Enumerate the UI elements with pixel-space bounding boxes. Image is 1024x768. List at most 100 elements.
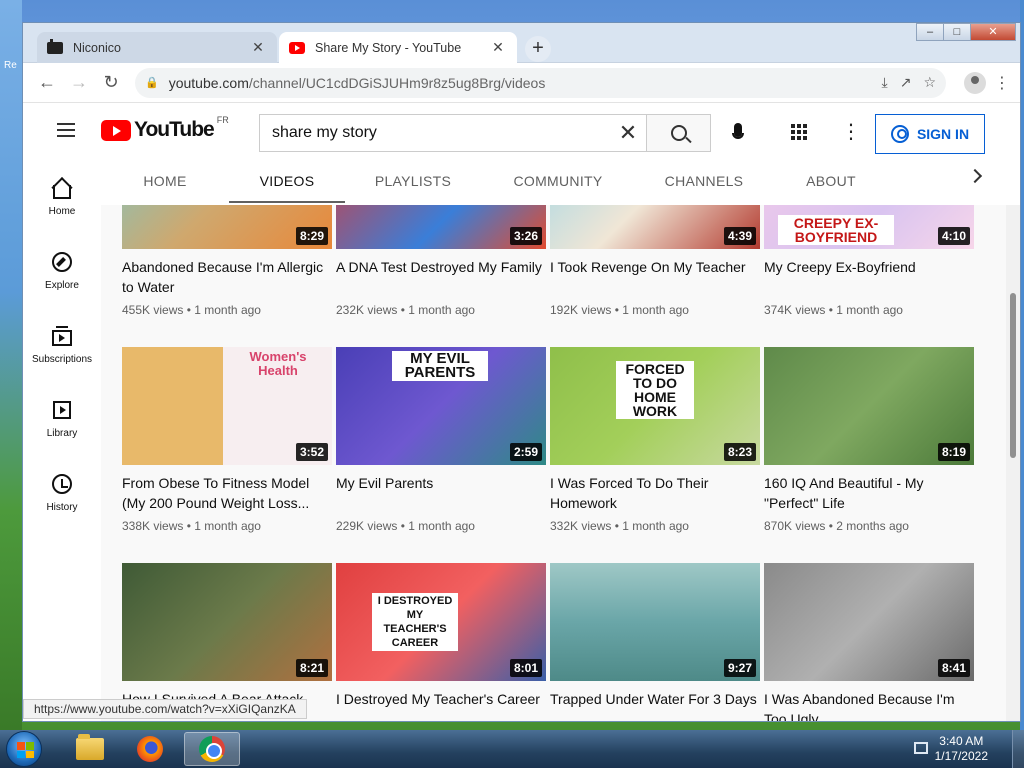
- search-button[interactable]: [646, 115, 710, 151]
- video-title[interactable]: Abandoned Because I'm Allergic to Water: [122, 257, 332, 297]
- duration-badge: 8:01: [509, 659, 542, 677]
- video-card[interactable]: 8:41 I Was Abandoned Because I'm Too Ugl…: [764, 563, 974, 721]
- video-title[interactable]: My Evil Parents: [336, 473, 546, 513]
- video-title[interactable]: My Creepy Ex-Boyfriend: [764, 257, 974, 297]
- video-thumbnail[interactable]: 8:41: [764, 563, 974, 681]
- voice-search-mic-icon[interactable]: [729, 123, 747, 145]
- upload-age: 2 months ago: [836, 519, 909, 533]
- scrollbar-thumb[interactable]: [1010, 293, 1016, 458]
- chevron-right-icon[interactable]: [967, 168, 983, 184]
- video-thumbnail[interactable]: I DESTROYED MY TEACHER'S CAREER 8:01: [336, 563, 546, 681]
- page-scrollbar[interactable]: [1006, 205, 1020, 721]
- taskbar-chrome[interactable]: [184, 732, 240, 766]
- youtube-header: YouTube FR share my story ✕ ⋮ SIGN IN: [23, 103, 1020, 159]
- guide-item-home[interactable]: Home: [23, 159, 101, 233]
- settings-more-icon[interactable]: ⋮: [841, 119, 861, 144]
- start-button[interactable]: [6, 731, 42, 767]
- firefox-icon: [137, 736, 163, 762]
- close-window-button[interactable]: ✕: [970, 23, 1016, 41]
- upload-age: 1 month ago: [194, 519, 261, 533]
- video-card[interactable]: 9:27 Trapped Under Water For 3 Days: [550, 563, 760, 721]
- toolbar: ← → ↻ 🔒 youtube.com/channel/UC1cdDGiSJUH…: [23, 63, 1020, 103]
- apps-grid-icon[interactable]: [791, 124, 807, 140]
- video-card[interactable]: CREEPY EX-BOYFRIEND 4:10 My Creepy Ex-Bo…: [764, 205, 974, 317]
- search-icon: [670, 125, 687, 141]
- tab-close-icon[interactable]: ✕: [249, 39, 267, 56]
- video-thumbnail[interactable]: 8:29: [122, 205, 332, 249]
- guide-item-explore[interactable]: Explore: [23, 233, 101, 307]
- search-box: share my story ✕: [259, 114, 711, 152]
- minimize-button[interactable]: –: [916, 23, 944, 41]
- tab-channels[interactable]: CHANNELS: [635, 159, 773, 203]
- omnibox-actions: ⤓ ↗ ☆: [882, 74, 937, 91]
- taskbar-explorer[interactable]: [62, 732, 118, 766]
- video-card[interactable]: I DESTROYED MY TEACHER'S CAREER 8:01 I D…: [336, 563, 546, 721]
- video-thumbnail[interactable]: MY EVIL PARENTS 2:59: [336, 347, 546, 465]
- video-thumbnail[interactable]: Women's Health 3:52: [122, 347, 332, 465]
- browser-tab-youtube[interactable]: Share My Story - YouTube ✕: [279, 32, 517, 63]
- guide-label: History: [46, 501, 78, 513]
- video-card[interactable]: 4:39 I Took Revenge On My Teacher 192K v…: [550, 205, 760, 317]
- guide-item-subscriptions[interactable]: Subscriptions: [23, 307, 101, 381]
- back-icon[interactable]: ←: [31, 67, 63, 99]
- tab-videos[interactable]: VIDEOS: [229, 159, 345, 203]
- clear-search-icon[interactable]: ✕: [610, 115, 646, 151]
- video-card[interactable]: FORCED TO DO HOME WORK 8:23 I Was Forced…: [550, 347, 760, 533]
- guide-item-library[interactable]: Library: [23, 381, 101, 455]
- clock-date: 1/17/2022: [934, 749, 988, 763]
- network-icon[interactable]: [914, 742, 928, 754]
- tab-playlists[interactable]: PLAYLISTS: [345, 159, 481, 203]
- hamburger-menu-icon[interactable]: [57, 123, 75, 137]
- video-title[interactable]: I Was Abandoned Because I'm Too Ugly: [764, 689, 974, 721]
- desktop-icon-label[interactable]: Re: [4, 60, 17, 71]
- video-thumbnail[interactable]: FORCED TO DO HOME WORK 8:23: [550, 347, 760, 465]
- video-title[interactable]: I Took Revenge On My Teacher: [550, 257, 760, 297]
- bookmark-star-icon[interactable]: ☆: [923, 74, 936, 91]
- video-thumbnail[interactable]: 3:26: [336, 205, 546, 249]
- video-title[interactable]: I Was Forced To Do Their Homework: [550, 473, 760, 513]
- upload-age: 1 month ago: [408, 303, 475, 317]
- tab-community[interactable]: COMMUNITY: [481, 159, 635, 203]
- url-text[interactable]: youtube.com/channel/UC1cdDGiSJUHm9r8z5ug…: [169, 75, 882, 91]
- guide-item-history[interactable]: History: [23, 455, 101, 529]
- taskbar-firefox[interactable]: [122, 732, 178, 766]
- video-thumbnail[interactable]: 9:27: [550, 563, 760, 681]
- video-title[interactable]: I Destroyed My Teacher's Career: [336, 689, 546, 721]
- sign-in-button[interactable]: SIGN IN: [875, 114, 985, 154]
- video-card[interactable]: MY EVIL PARENTS 2:59 My Evil Parents 229…: [336, 347, 546, 533]
- install-icon[interactable]: ⤓: [882, 74, 888, 91]
- video-thumbnail[interactable]: 4:39: [550, 205, 760, 249]
- show-desktop-button[interactable]: [1012, 730, 1024, 768]
- video-title[interactable]: From Obese To Fitness Model (My 200 Poun…: [122, 473, 332, 513]
- new-tab-button[interactable]: +: [525, 36, 551, 62]
- reload-icon[interactable]: ↻: [95, 67, 127, 99]
- browser-menu-icon[interactable]: ⋮: [992, 73, 1012, 93]
- share-icon[interactable]: ↗: [900, 74, 912, 91]
- view-count: 870K views: [764, 519, 826, 533]
- browser-tab-niconico[interactable]: Niconico ✕: [37, 32, 277, 63]
- video-card[interactable]: 8:19 160 IQ And Beautiful - My "Perfect"…: [764, 347, 974, 533]
- tab-close-icon[interactable]: ✕: [489, 39, 507, 56]
- video-meta: 374K views • 1 month ago: [764, 303, 903, 317]
- forward-icon[interactable]: →: [63, 67, 95, 99]
- video-thumbnail[interactable]: CREEPY EX-BOYFRIEND 4:10: [764, 205, 974, 249]
- address-bar[interactable]: 🔒 youtube.com/channel/UC1cdDGiSJUHm9r8z5…: [135, 67, 946, 98]
- compass-icon: [52, 251, 72, 272]
- video-title[interactable]: Trapped Under Water For 3 Days: [550, 689, 760, 721]
- lock-icon[interactable]: 🔒: [145, 76, 159, 89]
- video-title[interactable]: 160 IQ And Beautiful - My "Perfect" Life: [764, 473, 974, 513]
- logo-text: YouTube: [134, 118, 215, 141]
- search-input[interactable]: share my story: [260, 115, 610, 151]
- youtube-logo[interactable]: YouTube FR: [101, 115, 229, 142]
- system-clock[interactable]: 3:40 AM 1/17/2022: [935, 734, 988, 764]
- video-title[interactable]: A DNA Test Destroyed My Family: [336, 257, 546, 297]
- profile-avatar-icon[interactable]: [964, 71, 986, 94]
- tab-home[interactable]: HOME: [101, 159, 229, 203]
- tab-about[interactable]: ABOUT: [773, 159, 889, 203]
- video-thumbnail[interactable]: 8:21: [122, 563, 332, 681]
- video-thumbnail[interactable]: 8:19: [764, 347, 974, 465]
- video-card[interactable]: 8:29 Abandoned Because I'm Allergic to W…: [122, 205, 332, 317]
- video-card[interactable]: Women's Health 3:52 From Obese To Fitnes…: [122, 347, 332, 533]
- video-card[interactable]: 3:26 A DNA Test Destroyed My Family 232K…: [336, 205, 546, 317]
- maximize-button[interactable]: □: [943, 23, 971, 41]
